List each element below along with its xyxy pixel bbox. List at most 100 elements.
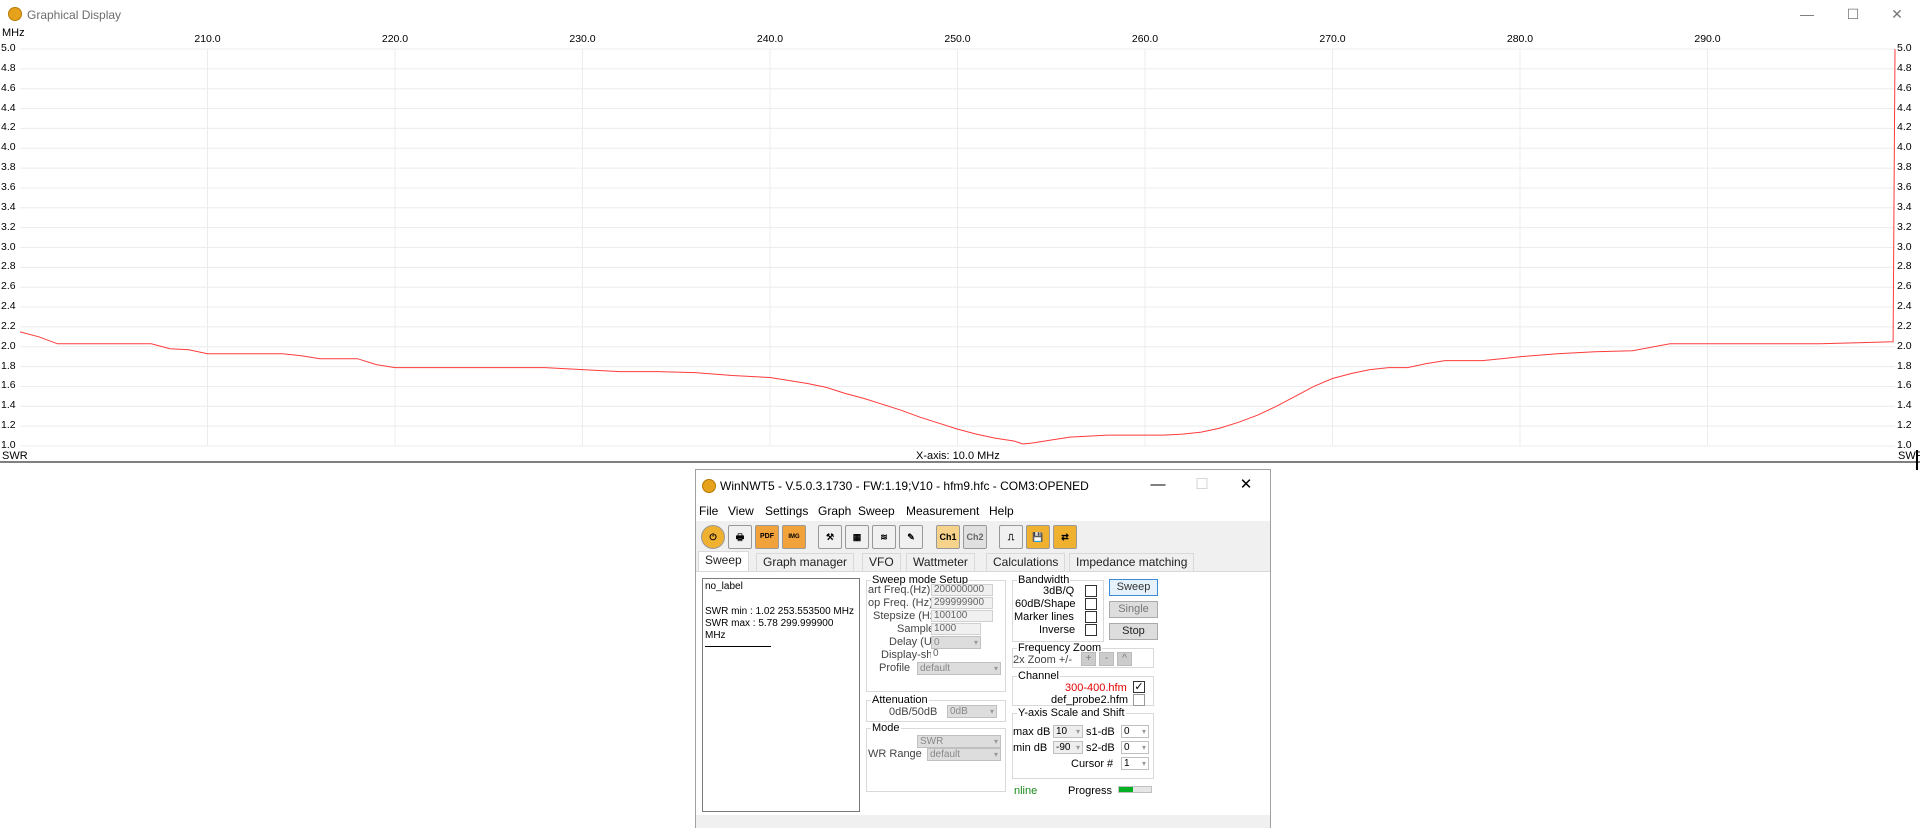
samples-input[interactable]: 1000 xyxy=(931,623,981,635)
swr-plot-area[interactable]: MHz SWR SWR X-axis: 10.0 MHz 5.0 5.0 4.8 4.… xyxy=(0,27,1920,470)
divider xyxy=(705,646,771,647)
bandwidth-group: Bandwidth 3dB/Q 60dB/Shape Marker lines … xyxy=(1012,574,1104,642)
channel-file1-checkbox[interactable]: ✓ xyxy=(1133,681,1145,693)
tab-graph-manager[interactable]: Graph manager xyxy=(756,553,855,572)
x-tick-label: 260.0 xyxy=(1131,33,1159,45)
menu-file[interactable]: File xyxy=(699,504,718,518)
swr-range-select[interactable]: default xyxy=(927,748,1001,761)
max-db-select[interactable]: 10 xyxy=(1053,725,1083,738)
y-tick-label-right: 2.0 xyxy=(1897,339,1912,352)
bandwidth-60db-checkbox[interactable] xyxy=(1085,598,1097,610)
tab-vfo[interactable]: VFO xyxy=(862,553,901,572)
s2-db-select[interactable]: 0 xyxy=(1121,741,1149,754)
save-icon[interactable]: 💾 xyxy=(1026,525,1050,549)
menu-measurement[interactable]: Measurement xyxy=(906,504,979,518)
swr-min-text: SWR min : 1.02 253.553500 MHz xyxy=(705,606,854,617)
start-freq-input[interactable]: 200000000 xyxy=(931,584,993,596)
maximize-button[interactable]: ☐ xyxy=(1830,0,1876,30)
marker-lines-checkbox[interactable] xyxy=(1085,611,1097,623)
y-tick-label-left: 3.2 xyxy=(1,220,16,233)
y-tick-label-left: 1.0 xyxy=(1,439,16,451)
single-button[interactable]: Single xyxy=(1109,601,1158,618)
channel-title: Channel xyxy=(1017,670,1060,682)
stop-freq-label: op Freq. (Hz) xyxy=(868,597,933,609)
grid-icon[interactable]: ▦ xyxy=(845,525,869,549)
y-tick-label-right: 2.2 xyxy=(1897,319,1912,332)
sweep-button[interactable]: Sweep xyxy=(1109,579,1158,596)
graph-icon[interactable]: ≋ xyxy=(872,525,896,549)
zoom-label: 2x Zoom +/- xyxy=(1013,654,1072,666)
unit-label: MHz xyxy=(2,27,25,39)
attenuation-select[interactable]: 0dB xyxy=(947,705,997,718)
mode-select[interactable]: SWR xyxy=(917,735,1001,748)
bandwidth-3db-label: 3dB/Q xyxy=(1043,585,1075,597)
ch1-icon[interactable]: Ch1 xyxy=(936,525,960,549)
min-db-select[interactable]: -90 xyxy=(1053,741,1083,754)
profile-select[interactable]: default xyxy=(917,662,1001,675)
close-button[interactable]: ✕ xyxy=(1874,0,1920,30)
dialog-close-button[interactable]: ✕ xyxy=(1224,470,1268,501)
stop-button[interactable]: Stop xyxy=(1109,623,1158,640)
sweep-shape-icon[interactable]: ⎍ xyxy=(999,525,1023,549)
ch2-icon[interactable]: Ch2 xyxy=(963,525,987,549)
stepsize-input[interactable]: 100100 xyxy=(931,610,993,622)
measurement-info[interactable]: no_label SWR min : 1.02 253.553500 MHz S… xyxy=(702,578,860,812)
menu-help[interactable]: Help xyxy=(989,504,1014,518)
attenuation-group: Attenuation 0dB/50dB 0dB xyxy=(866,694,1006,722)
channel-file1-label: 300-400.hfm xyxy=(1065,682,1127,694)
marker-lines-label: Marker lines xyxy=(1014,611,1074,623)
y-tick-label-left: 4.0 xyxy=(1,141,16,154)
stop-freq-input[interactable]: 299999900 xyxy=(931,597,993,609)
print-icon[interactable]: 🖶 xyxy=(728,525,752,549)
tab-wattmeter[interactable]: Wattmeter xyxy=(906,553,975,572)
cursor-select[interactable]: 1 xyxy=(1121,757,1149,770)
dialog-minimize-button[interactable]: — xyxy=(1136,470,1180,501)
zoom-out-button[interactable]: - xyxy=(1099,652,1114,666)
inverse-checkbox[interactable] xyxy=(1085,624,1097,636)
graph-window-title: Graphical Display xyxy=(27,8,122,22)
y-tick-label-right: 3.8 xyxy=(1897,161,1912,174)
swr-range-label: WR Range xyxy=(868,748,922,760)
dialog-titlebar[interactable]: WinNWT5 - V.5.0.3.1730 - FW:1.19;V10 - h… xyxy=(696,470,1270,501)
x-tick-label: 270.0 xyxy=(1319,33,1346,45)
menu-sweep[interactable]: Sweep xyxy=(858,504,895,518)
minimize-button[interactable]: — xyxy=(1784,0,1830,30)
x-tick-label: 240.0 xyxy=(756,33,784,45)
image-icon[interactable]: IMG xyxy=(782,525,806,549)
y-tick-label-left: 1.2 xyxy=(1,419,16,432)
exchange-icon[interactable]: ⇄ xyxy=(1053,525,1077,549)
zoom-reset-button[interactable]: ^ xyxy=(1117,652,1132,666)
y-tick-label-left: 5.0 xyxy=(1,42,16,54)
winnwt5-window: WinNWT5 - V.5.0.3.1730 - FW:1.19;V10 - h… xyxy=(695,469,1271,828)
zoom-in-button[interactable]: + xyxy=(1081,652,1096,666)
info-label: no_label xyxy=(705,581,743,592)
menu-settings[interactable]: Settings xyxy=(765,504,808,518)
dialog-maximize-button[interactable]: ☐ xyxy=(1180,470,1224,501)
power-icon[interactable]: ⏻ xyxy=(701,525,725,549)
y-tick-label-right: 3.2 xyxy=(1897,220,1912,233)
menu-graph[interactable]: Graph xyxy=(818,504,851,518)
display-shift-input[interactable]: 0 xyxy=(931,649,981,661)
mode-title: Mode xyxy=(871,722,901,734)
y-tick-label-left: 3.0 xyxy=(1,240,16,253)
status-bar xyxy=(696,815,1270,828)
menu-view[interactable]: View xyxy=(728,504,754,518)
channel-file2-checkbox[interactable] xyxy=(1133,694,1145,706)
channel-file2-label: def_probe2.hfm xyxy=(1051,694,1129,706)
app-icon xyxy=(702,479,716,493)
y-tick-label-right: 2.6 xyxy=(1897,280,1912,293)
x-axis-caption: X-axis: 10.0 MHz xyxy=(916,450,1000,462)
toolbar: ⏻ 🖶 PDF IMG ⚒ ▦ ≋ ✎ Ch1 Ch2 ⎍ 💾 ⇄ xyxy=(696,521,1270,551)
x-tick-label: 220.0 xyxy=(381,33,409,45)
tab-sweep[interactable]: Sweep xyxy=(698,551,749,572)
tab-impedance-matching[interactable]: Impedance matching xyxy=(1069,553,1195,572)
graph-window-titlebar[interactable]: Graphical Display — ☐ ✕ xyxy=(0,0,1920,30)
y-tick-label-right: 3.4 xyxy=(1897,200,1912,213)
s1-db-select[interactable]: 0 xyxy=(1121,725,1149,738)
pdf-icon[interactable]: PDF xyxy=(755,525,779,549)
probe-icon[interactable]: ⚒ xyxy=(818,525,842,549)
tab-calculations[interactable]: Calculations xyxy=(986,553,1066,572)
x-tick-label: 250.0 xyxy=(944,33,971,45)
bandwidth-3db-checkbox[interactable] xyxy=(1085,585,1097,597)
tools-icon[interactable]: ✎ xyxy=(899,525,923,549)
